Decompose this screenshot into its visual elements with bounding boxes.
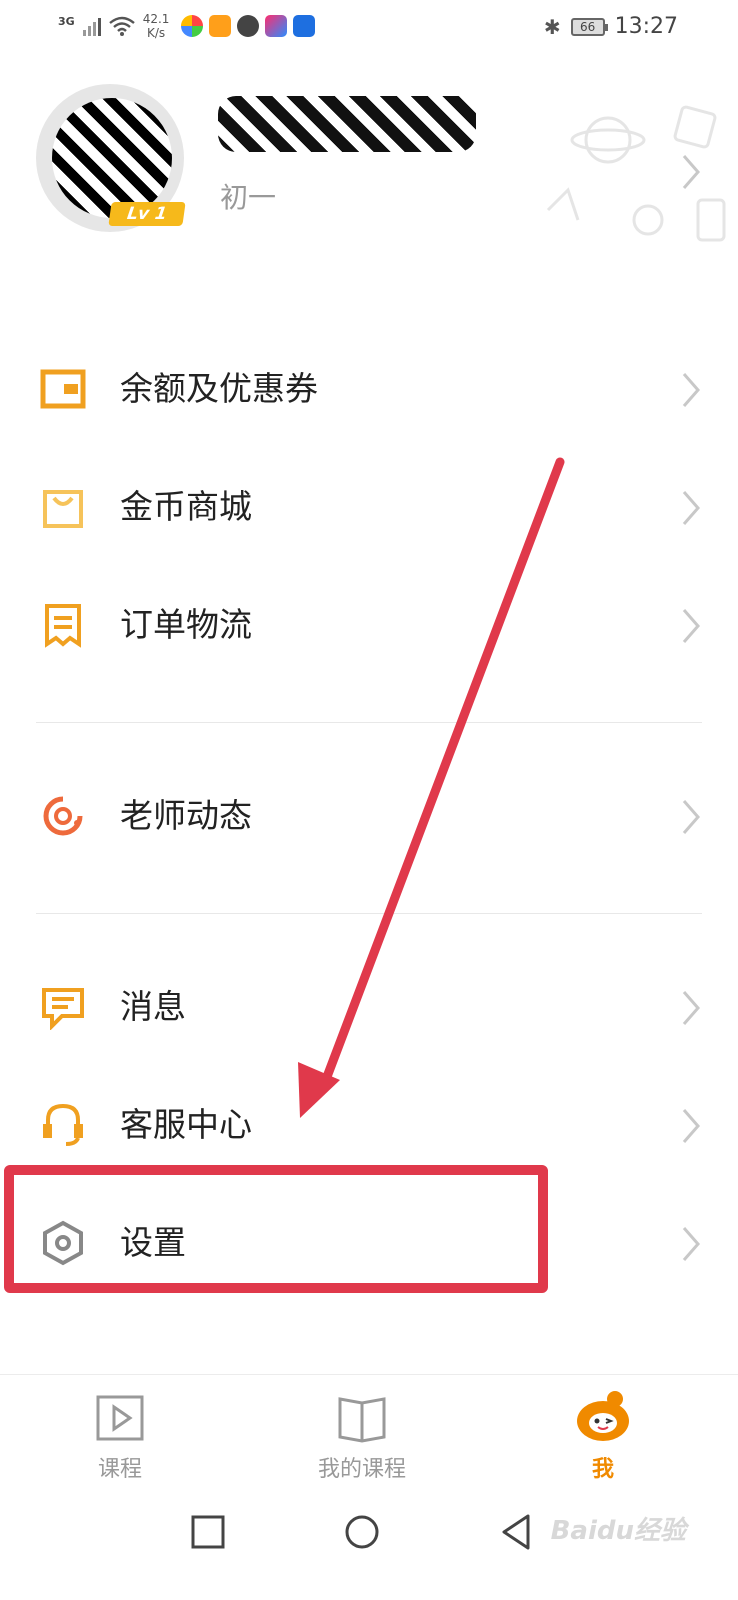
play-icon: [96, 1395, 144, 1441]
battery-icon: 66: [570, 17, 608, 36]
menu-item-label: 订单物流: [120, 605, 252, 644]
menu-item-label: 余额及优惠券: [120, 369, 318, 408]
menu-item-messages[interactable]: 消息: [0, 951, 738, 1069]
home-icon[interactable]: [340, 1510, 384, 1554]
youku-icon: [265, 15, 288, 37]
message-icon: [42, 988, 84, 1030]
speed-value: 42.1: [142, 12, 170, 26]
network-type: 3G: [58, 14, 75, 28]
network-speed: 42.1 K/s: [143, 12, 170, 40]
annotation-highlight-box: [4, 1165, 548, 1293]
signal-icon: [82, 16, 101, 36]
wallet-icon: [40, 369, 86, 409]
section-divider: [36, 722, 702, 723]
teacher-feed-icon: [43, 796, 83, 836]
chevron-right-icon: [682, 1227, 700, 1261]
mascot-face-icon: [577, 1391, 629, 1441]
tab-label: 我的课程: [317, 1457, 406, 1482]
chevron-right-icon: [682, 800, 700, 834]
chevron-right-icon: [682, 491, 700, 525]
chevron-right-icon: [682, 1109, 700, 1143]
menu-item-teacher-feed[interactable]: 老师动态: [0, 760, 738, 878]
chevron-right-icon: [682, 991, 700, 1025]
menu-item-coin-mall[interactable]: 金币商城: [0, 451, 738, 569]
menu-item-label: 金币商城: [120, 487, 252, 526]
tab-label: 我: [591, 1457, 614, 1482]
username: 号已: [218, 96, 476, 152]
back-icon[interactable]: [494, 1510, 538, 1554]
profile-header[interactable]: Lv 1 号已 初一: [0, 70, 738, 260]
headset-icon: [43, 1103, 83, 1146]
status-bar: 3G 42.1 K/s ✱ 66 13:27: [0, 0, 738, 56]
grade-label: 初一: [220, 181, 277, 214]
video-app-icon: [209, 15, 232, 37]
tab-courses[interactable]: 课程: [50, 1389, 190, 1489]
tab-my-courses[interactable]: 我的课程: [292, 1389, 432, 1489]
section-divider: [36, 913, 702, 914]
chevron-right-icon: [682, 373, 700, 407]
shopping-bag-icon: [43, 490, 83, 528]
app-icon-dark: [237, 15, 260, 37]
tab-me[interactable]: 我: [533, 1389, 673, 1489]
chevron-right-icon: [682, 609, 700, 643]
wifi-icon: [108, 16, 135, 36]
watermark: Baidu经验: [550, 1516, 686, 1546]
menu-item-label: 消息: [120, 987, 186, 1026]
chevron-right-icon: [682, 155, 700, 189]
system-navigation-bar: Baidu经验: [0, 1494, 738, 1600]
menu-item-label: 老师动态: [120, 796, 252, 835]
app-icon-colorful: [181, 15, 204, 37]
recent-apps-icon[interactable]: [186, 1510, 230, 1554]
avatar[interactable]: Lv 1: [36, 84, 186, 232]
speed-unit: K/s: [146, 26, 166, 40]
book-icon: [338, 1397, 386, 1443]
bottom-tab-bar: 课程 我的课程 我: [0, 1374, 738, 1494]
menu-item-orders-logistics[interactable]: 订单物流: [0, 569, 738, 687]
level-badge: Lv 1: [108, 202, 186, 226]
notification-app-icons: [181, 15, 316, 37]
bluetooth-icon: ✱: [543, 14, 561, 39]
tab-label: 课程: [97, 1457, 142, 1482]
receipt-icon: [45, 604, 81, 648]
menu-item-balance-coupons[interactable]: 余额及优惠券: [0, 333, 738, 451]
clock: 13:27: [614, 14, 678, 39]
menu-item-label: 客服中心: [120, 1105, 252, 1144]
translate-app-icon: [293, 15, 316, 37]
